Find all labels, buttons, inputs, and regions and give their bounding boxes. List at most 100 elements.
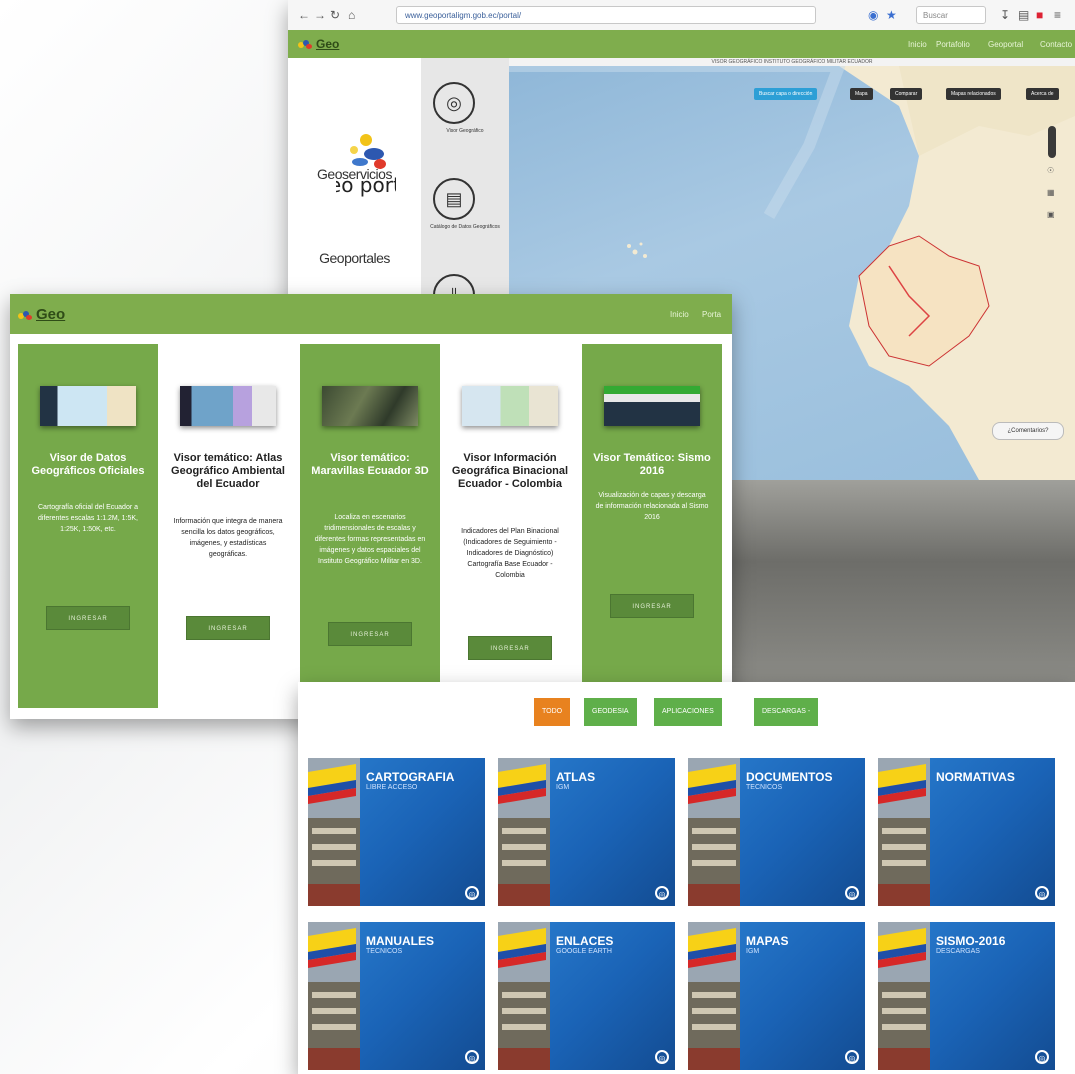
nav-portafolio[interactable]: Porta	[702, 310, 721, 319]
geoportal-cards-window: Geo Inicio Porta Visor de Datos Geográfi…	[10, 294, 732, 719]
flag-building-photo	[498, 758, 550, 906]
card-thumbnail	[180, 386, 276, 426]
card-ingresar-button[interactable]: INGRESAR	[328, 622, 412, 646]
nav-inicio[interactable]: Inicio	[908, 40, 927, 49]
flag-building-photo	[498, 922, 550, 1070]
tile-title: MAPAS	[746, 934, 789, 948]
map-about-button[interactable]: Acerca de	[1026, 88, 1059, 100]
map-related-button[interactable]: Mapas relacionados	[946, 88, 1001, 100]
cards-header: Geo Inicio Porta	[10, 294, 732, 334]
category-tile-documentos[interactable]: DOCUMENTOS TECNICOS ◎	[688, 758, 865, 906]
tile-subtitle: IGM	[746, 948, 760, 955]
cards-logo[interactable]: Geo	[18, 306, 65, 323]
browser-search-input[interactable]: Buscar	[916, 6, 986, 24]
card-description: Información que integra de manera sencil…	[173, 518, 283, 558]
tile-subtitle: GOOGLE EARTH	[556, 948, 612, 955]
filter-geodesia[interactable]: GEODESIA	[584, 698, 637, 726]
card-title: Visor de Datos Geográficos Oficiales	[31, 452, 145, 477]
filter-aplicaciones[interactable]: APLICACIONES	[654, 698, 722, 726]
flag-building-photo	[878, 758, 930, 906]
nav-inicio[interactable]: Inicio	[670, 310, 689, 319]
map-title: VISOR GEOGRÁFICO INSTITUTO GEOGRÁFICO MI…	[509, 58, 1075, 66]
card-thumbnail	[322, 386, 418, 426]
download-icon[interactable]: ↧	[1000, 8, 1010, 22]
background-photo	[730, 480, 1075, 684]
geo-wave-icon	[298, 39, 312, 49]
card-thumbnail	[40, 386, 136, 426]
reload-icon[interactable]: ↻	[330, 8, 340, 22]
category-tile-atlas[interactable]: ATLAS IGM ◎	[498, 758, 675, 906]
tile-title: MANUALES	[366, 934, 434, 948]
flag-building-photo	[688, 758, 740, 906]
card-description: Localiza en escenarios tridimensionales …	[314, 514, 426, 565]
card-description: Indicadores del Plan Binacional (Indicad…	[461, 528, 559, 579]
card-description: Visualización de capas y descarga de inf…	[595, 492, 709, 521]
nav-geoportal[interactable]: Geoportal	[988, 40, 1023, 49]
sidebar-item-geoportales[interactable]: Geoportales	[288, 250, 421, 266]
library-icon[interactable]: ▤	[1018, 8, 1029, 22]
card-binacional: Visor Información Geográfica Binacional …	[440, 344, 580, 714]
globe-icon: ◎	[655, 886, 669, 900]
extension-icon[interactable]: ■	[1036, 8, 1043, 22]
globe-icon: ◎	[845, 1050, 859, 1064]
globe-icon: ◎	[1035, 886, 1049, 900]
globe-icon: ◎	[465, 1050, 479, 1064]
category-tile-normativas[interactable]: NORMATIVAS ◎	[878, 758, 1055, 906]
geoportal-logo[interactable]: Geo	[298, 37, 339, 51]
address-bar[interactable]: www.geoportaligm.gob.ec/portal/	[396, 6, 816, 24]
flag-building-photo	[878, 922, 930, 1070]
category-tile-sismo-2016[interactable]: SISMO-2016 DESCARGAS ◎	[878, 922, 1055, 1070]
map-compare-button[interactable]: Comparar	[890, 88, 923, 100]
card-sismo-2016: Visor Temático: Sismo 2016 Visualización…	[582, 344, 722, 684]
menu-icon[interactable]: ≡	[1054, 8, 1061, 22]
tile-subtitle: TECNICOS	[366, 948, 403, 955]
card-title: Visor Información Geográfica Binacional …	[451, 452, 569, 490]
bookmark-star-icon[interactable]: ★	[886, 8, 897, 22]
tile-title: ENLACES	[556, 934, 614, 948]
comments-button[interactable]: ¿Comentarios?	[992, 422, 1064, 440]
card-ingresar-button[interactable]: INGRESAR	[610, 594, 694, 618]
card-title: Visor temático: Maravillas Ecuador 3D	[311, 452, 429, 477]
back-icon[interactable]: ←	[298, 8, 310, 22]
filter-descargas[interactable]: DESCARGAS -	[754, 698, 819, 726]
catalog-list-icon[interactable]: ▤	[433, 178, 475, 220]
tile-title: ATLAS	[556, 770, 596, 784]
category-tile-mapas[interactable]: MAPAS IGM ◎	[688, 922, 865, 1070]
icon-label-catalogo: Catálogo de Datos Geográficos	[430, 224, 500, 230]
category-tile-enlaces[interactable]: ENLACES GOOGLE EARTH ◎	[498, 922, 675, 1070]
visor-geografico-icon[interactable]: ◎	[433, 82, 475, 124]
tile-subtitle: DESCARGAS	[936, 948, 980, 955]
nav-portafolio[interactable]: Portafolio	[936, 40, 970, 49]
layers-grid-icon[interactable]: ▦	[1047, 188, 1055, 197]
card-thumbnail	[604, 386, 700, 426]
zoom-slider[interactable]	[1048, 126, 1056, 158]
tile-title: NORMATIVAS	[936, 770, 1015, 784]
flag-building-photo	[308, 758, 360, 906]
tile-subtitle: LIBRE ACCESO	[366, 784, 418, 791]
downloads-window: TODO GEODESIA APLICACIONES DESCARGAS - C…	[298, 682, 1075, 1074]
geo-wave-icon	[18, 310, 32, 320]
filter-todo[interactable]: TODO	[534, 698, 571, 726]
globe-icon: ◎	[655, 1050, 669, 1064]
category-tile-manuales[interactable]: MANUALES TECNICOS ◎	[308, 922, 485, 1070]
pocket-icon[interactable]: ◉	[868, 8, 878, 22]
sidebar-item-geoservicios[interactable]: Geoservicios	[288, 166, 421, 182]
card-ingresar-button[interactable]: INGRESAR	[46, 606, 130, 630]
forward-icon[interactable]: →	[314, 8, 326, 22]
map-basemap-button[interactable]: Mapa	[850, 88, 873, 100]
card-ingresar-button[interactable]: INGRESAR	[186, 616, 270, 640]
browser-toolbar: ← → ↻ ⌂ www.geoportaligm.gob.ec/portal/ …	[288, 0, 1075, 31]
nav-contacto[interactable]: Contacto	[1040, 40, 1072, 49]
tile-subtitle: IGM	[556, 784, 570, 791]
card-ingresar-button[interactable]: INGRESAR	[468, 636, 552, 660]
globe-icon: ◎	[1035, 1050, 1049, 1064]
map-search-button[interactable]: Buscar capa o dirección	[754, 88, 818, 100]
flag-building-photo	[308, 922, 360, 1070]
category-tile-cartografia[interactable]: CARTOGRAFIA LIBRE ACCESO ◎	[308, 758, 485, 906]
locate-icon[interactable]: ☉	[1047, 166, 1054, 175]
flag-building-photo	[688, 922, 740, 1070]
home-icon[interactable]: ⌂	[348, 8, 355, 22]
card-atlas-ambiental: Visor temático: Atlas Geográfico Ambient…	[158, 344, 298, 714]
screen-icon[interactable]: ▣	[1047, 210, 1055, 219]
tile-title: DOCUMENTOS	[746, 770, 833, 784]
